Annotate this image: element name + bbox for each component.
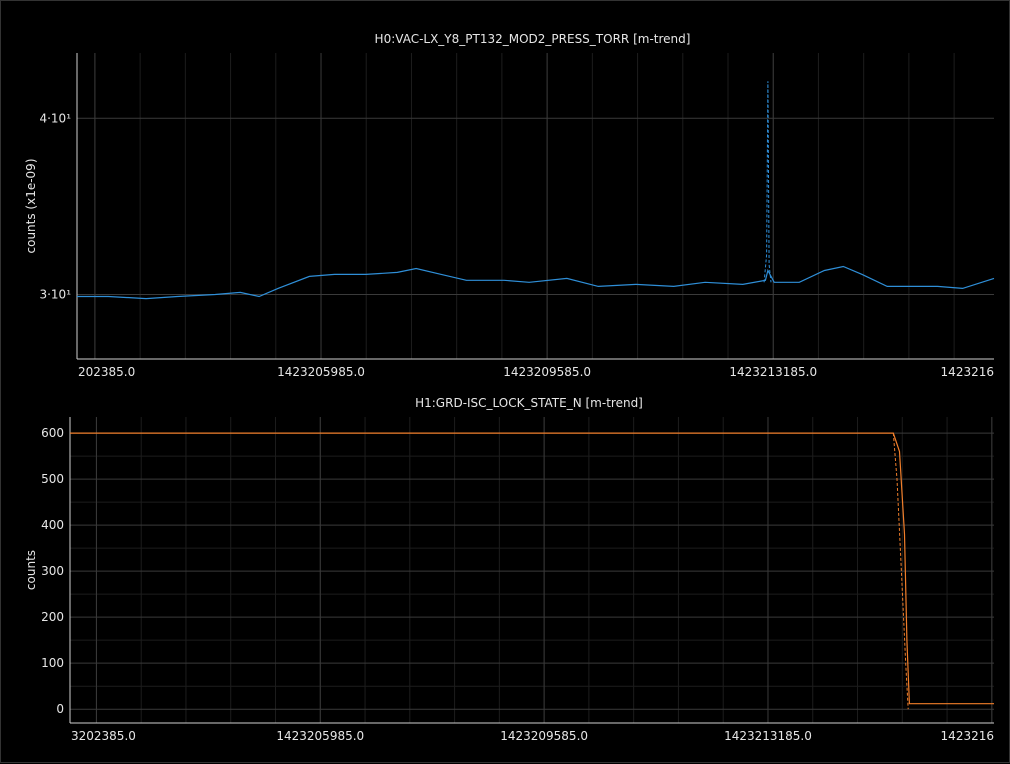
x-tick-label: 202385.0 — [78, 365, 135, 379]
y-tick-label: 4·10¹ — [39, 111, 71, 125]
y-axis-label: counts — [24, 550, 38, 590]
x-tick-label: 3202385.0 — [71, 729, 136, 743]
x-tick-label: 1423216 — [941, 729, 994, 743]
plot-window: 202385.0 1423205985.0 1423209585.0 14232131… — [0, 0, 1010, 763]
x-tick-label: 1423205985.0 — [276, 729, 364, 743]
trend-plots-svg: 202385.0 1423205985.0 1423209585.0 14232131… — [24, 32, 995, 743]
chart-panel-1: 202385.0 1423205985.0 1423209585.0 14232131… — [24, 32, 995, 379]
y-axis-label: counts (x1e-09) — [24, 158, 38, 253]
chart-panel-2: 3202385.0 1423205985.0 1423209585.0 1423213… — [24, 396, 994, 743]
x-tick-label: 1423216 — [941, 365, 994, 379]
y-tick-label: 3·10¹ — [39, 287, 71, 301]
y-tick-label: 100 — [41, 656, 64, 670]
y-tick-label: 500 — [41, 472, 64, 486]
y-tick-label: 200 — [41, 610, 64, 624]
chart-title: H0:VAC-LX_Y8_PT132_MOD2_PRESS_TORR [m-tr… — [375, 32, 691, 46]
chart-title: H1:GRD-ISC_LOCK_STATE_N [m-trend] — [415, 396, 643, 410]
y-tick-label: 300 — [41, 564, 64, 578]
y-tick-label: 400 — [41, 518, 64, 532]
y-tick-label: 600 — [41, 426, 64, 440]
x-tick-label: 1423213185.0 — [724, 729, 812, 743]
series-line — [77, 265, 995, 300]
x-tick-label: 1423205985.0 — [277, 365, 365, 379]
series-line-dashed — [763, 81, 772, 283]
x-tick-label: 1423209585.0 — [500, 729, 588, 743]
x-tick-label: 1423209585.0 — [503, 365, 591, 379]
x-tick-label: 1423213185.0 — [729, 365, 817, 379]
y-tick-label: 0 — [56, 702, 64, 716]
